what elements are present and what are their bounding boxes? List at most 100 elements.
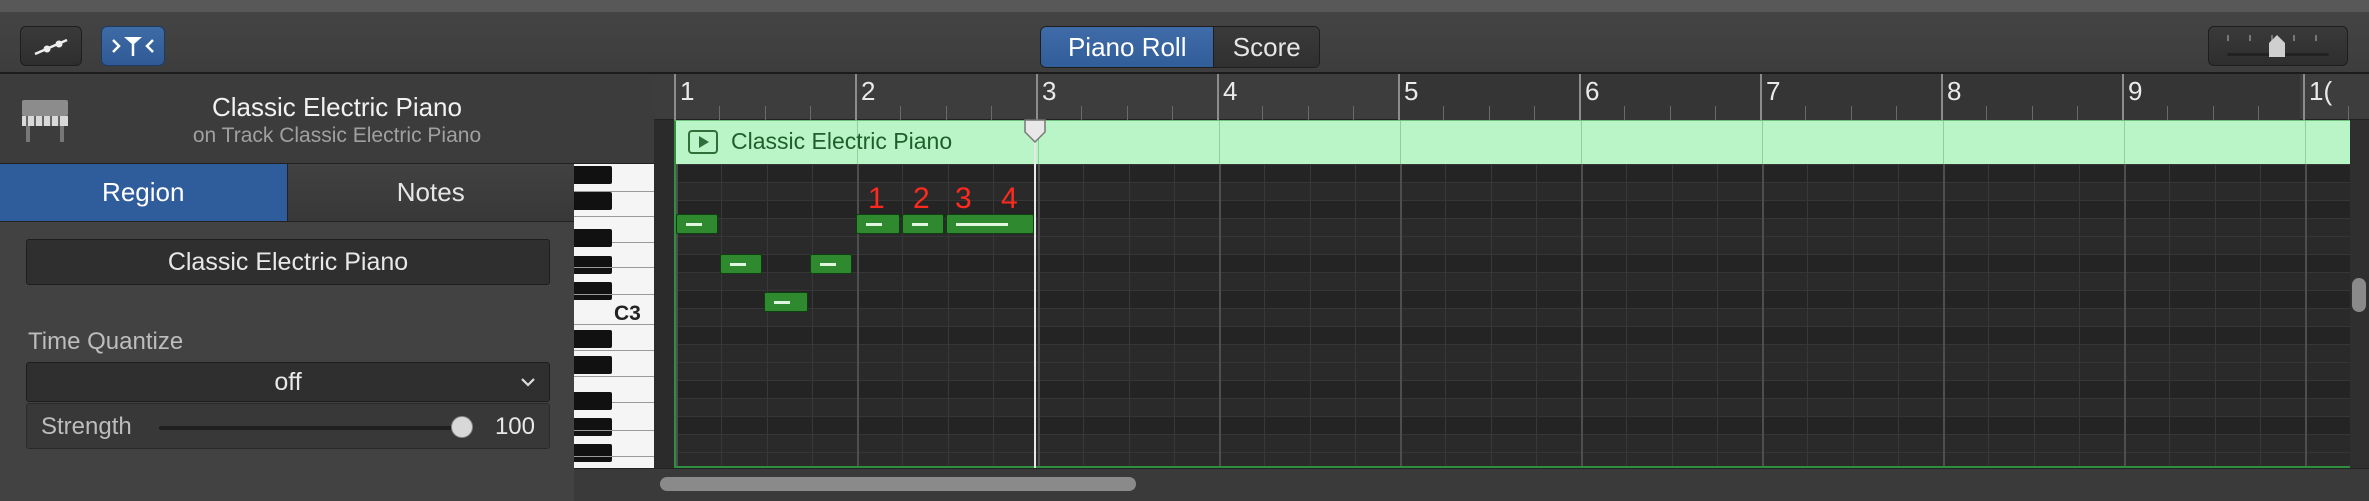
black-key[interactable]	[574, 356, 612, 374]
midi-note[interactable]	[902, 214, 944, 234]
midi-note[interactable]	[720, 254, 762, 274]
black-key[interactable]	[574, 192, 612, 210]
pitch-lane-line	[676, 164, 2350, 165]
strength-slider-track[interactable]	[159, 426, 459, 430]
vertical-scroll-thumb[interactable]	[2352, 278, 2366, 312]
automation-button[interactable]	[20, 26, 82, 66]
editor-toolbar: Piano Roll Score	[0, 0, 2369, 74]
black-key[interactable]	[574, 166, 612, 184]
black-key[interactable]	[574, 330, 612, 348]
grid-beat-line	[1852, 164, 1854, 466]
bar-tick	[1941, 74, 1943, 120]
keyboard-keys[interactable]: C3	[574, 164, 654, 468]
beat-tick	[900, 106, 902, 120]
bar-tick	[674, 74, 676, 120]
white-key-divider	[574, 350, 654, 351]
zoom-slider[interactable]	[2208, 26, 2348, 66]
grid-beat-line	[902, 164, 904, 466]
inspector-body: Classic Electric Piano Time Quantize off…	[0, 222, 574, 501]
tab-region[interactable]: Region	[0, 164, 287, 221]
grid-beat-line	[1445, 164, 1447, 466]
grid-bar-line	[2305, 164, 2307, 466]
bar-ruler[interactable]: 1 2 3 4 5 6 7 8 9 1(	[654, 74, 2369, 120]
vertical-scrollbar[interactable]	[2350, 120, 2369, 468]
midi-note[interactable]	[810, 254, 852, 274]
region-name-field[interactable]: Classic Electric Piano	[26, 239, 550, 285]
grid-beat-line	[992, 164, 994, 466]
grid-bar-line	[1581, 164, 1583, 466]
pitch-lane-dark	[676, 326, 2350, 344]
black-key[interactable]	[574, 256, 612, 274]
catch-playhead-button[interactable]	[101, 26, 165, 66]
midi-note[interactable]	[946, 214, 1034, 234]
note-velocity-bar	[686, 223, 702, 226]
marker-3: 3	[955, 182, 972, 215]
piano-keyboard: C3	[574, 74, 654, 501]
bar-tick	[1579, 74, 1581, 120]
marker-4: 4	[1001, 182, 1018, 215]
marker-1: 1	[868, 182, 885, 215]
pitch-lane-line	[676, 326, 2350, 327]
bar-number: 9	[2128, 76, 2143, 106]
grid-beat-line	[1490, 164, 1492, 466]
beat-tick	[1805, 106, 1807, 120]
grid-beat-line	[1897, 164, 1899, 466]
horizontal-scrollbar[interactable]	[654, 468, 2369, 501]
tab-notes[interactable]: Notes	[286, 164, 574, 221]
instrument-header: Classic Electric Piano on Track Classic …	[0, 74, 574, 164]
horizontal-scroll-thumb[interactable]	[660, 477, 1136, 491]
beat-tick	[1669, 106, 1671, 120]
playhead-handle-icon[interactable]	[1022, 118, 1048, 144]
pitch-lane-line	[676, 308, 2350, 309]
grid-beat-line	[1309, 164, 1311, 466]
black-key[interactable]	[574, 392, 612, 410]
grid-bar-line	[676, 164, 678, 466]
beat-tick	[2076, 106, 2078, 120]
bar-tick	[1398, 74, 1400, 120]
midi-note[interactable]	[764, 292, 808, 312]
time-quantize-label: Time Quantize	[28, 328, 184, 355]
black-key[interactable]	[574, 229, 612, 247]
beat-tick	[2257, 106, 2259, 120]
grid-beat-line	[1716, 164, 1718, 466]
zoom-slider-icon[interactable]	[2269, 35, 2285, 57]
region-bar-line	[1581, 121, 1582, 165]
grid-beat-line	[1354, 164, 1356, 466]
playhead-line	[1034, 120, 1036, 468]
zoom-tick	[2249, 35, 2251, 41]
zoom-tick	[2293, 35, 2295, 41]
beat-tick	[1262, 106, 1264, 120]
time-quantize-select[interactable]: off	[26, 362, 550, 402]
white-key-divider	[574, 267, 654, 268]
note-velocity-bar	[866, 223, 882, 226]
zoom-tick	[2227, 35, 2229, 41]
grid-bar-line	[2124, 164, 2126, 466]
white-key-divider	[574, 376, 654, 377]
tab-score[interactable]: Score	[1213, 27, 1319, 67]
black-key[interactable]	[574, 282, 612, 300]
tab-piano-roll[interactable]: Piano Roll	[1041, 27, 1214, 67]
bar-tick	[1760, 74, 1762, 120]
marker-2: 2	[913, 182, 930, 215]
note-velocity-bar	[912, 223, 928, 226]
strength-slider-thumb[interactable]	[451, 416, 473, 438]
beat-tick	[1624, 106, 1626, 120]
black-key[interactable]	[574, 444, 612, 462]
midi-note[interactable]	[676, 214, 718, 234]
bar-number: 4	[1223, 76, 1238, 106]
bar-number: 1	[680, 76, 695, 106]
note-velocity-bar	[820, 263, 836, 266]
bar-number: 8	[1947, 76, 1962, 106]
c3-key-label: C3	[614, 302, 641, 325]
midi-region-header[interactable]: Classic Electric Piano	[674, 120, 2350, 165]
catch-playhead-icon	[112, 37, 154, 56]
note-velocity-bar	[774, 301, 790, 304]
black-key[interactable]	[574, 418, 612, 436]
grid-beat-line	[811, 164, 813, 466]
note-grid[interactable]: 1 2 3 4	[674, 164, 2350, 468]
pitch-lane-line	[676, 272, 2350, 273]
midi-note[interactable]	[856, 214, 900, 234]
strength-control: Strength 100	[26, 403, 550, 449]
beat-tick	[719, 106, 721, 120]
bar-tick	[2303, 74, 2305, 120]
